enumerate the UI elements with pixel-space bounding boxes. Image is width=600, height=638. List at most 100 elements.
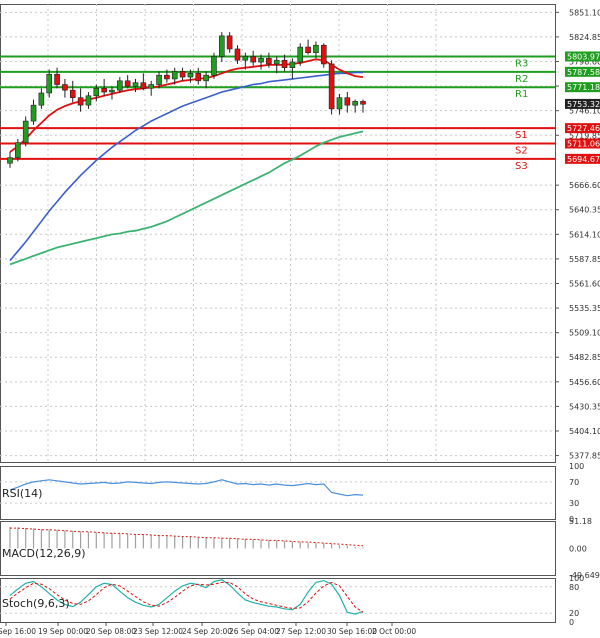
candle-body [15,142,21,158]
stoch-label: Stoch(9,6,3) [2,597,70,610]
price-panel: 5851.105824.855798.605772.355746.105719.… [0,4,600,463]
candle-body [226,35,233,50]
time-tick-label: 30 Sep 16:00 [327,627,377,636]
stochastic-panel: 10080 200 Stoch(9,6,3) [0,574,584,627]
level-label-s1: S1 [515,130,528,141]
candle-body [22,120,29,143]
price-tick-label: 5824.85 [569,33,600,42]
candle-body [156,74,162,85]
price-tag-label: 5771.18 [567,83,600,92]
price-tick-label: 5851.10 [569,8,600,17]
rsi-tick-label: 100 [569,462,584,471]
level-label-s3: S3 [515,161,528,172]
candle-body [171,71,178,80]
candle-body [211,56,217,76]
rsi-label: RSI(14) [2,487,42,500]
candle-body [297,46,304,63]
level-label-s2: S2 [515,145,528,156]
rsi-frame [0,466,556,520]
candle-body [352,101,358,106]
candle-body [219,35,225,57]
candle-body [360,101,366,105]
rsi-panel: 10070300RSI(14) [0,462,584,524]
price-tick-label: 5509.10 [569,329,600,338]
price-tick-label: 5535.35 [569,304,600,313]
candle-body [93,87,100,97]
time-tick-label: 23 Sep 12:00 [133,627,183,636]
price-tick-label: 5561.60 [569,279,600,288]
candle-body [336,97,343,110]
level-label-r1: R1 [515,89,528,100]
stoch-tick-label: 0 [569,618,574,627]
candle-body [242,56,249,61]
macd-label: MACD(12,26,9) [2,547,86,560]
candle-body [203,74,209,82]
price-tick-label: 5482.85 [569,353,600,362]
candle-body [289,61,296,68]
candle-body [38,92,45,106]
candle-body [164,74,170,80]
price-tag-label: 5753.32 [567,100,600,109]
candle-body [328,63,335,110]
candle-body [258,58,264,63]
stoch-tick-label: 80 [569,583,579,592]
time-tick-label: 18 Sep 16:00 [0,627,36,636]
time-tick-label: 24 Sep 20:00 [182,627,232,636]
macd-panel: 51.180.00-49.649MACD(12,26,9) [0,517,600,580]
time-tick-label: 2 Oct 00:00 [372,627,416,636]
candle-body [313,44,319,54]
price-tick-label: 5430.35 [569,402,600,411]
candle-body [140,82,147,89]
candle-body [344,97,351,106]
time-tick-label: 19 Sep 00:00 [38,627,88,636]
candle-body [85,95,92,106]
stoch-tick-label: 20 [569,609,579,618]
price-tick-label: 5614.10 [569,230,600,239]
level-label-r3: R3 [515,58,528,69]
price-tag-label: 5711.06 [567,139,600,148]
candle-body [117,80,123,91]
candle-body [77,97,84,106]
price-tick-label: 5377.85 [569,452,600,461]
stoch-tick-label: 100 [569,574,584,583]
candle-body [266,58,272,65]
candle-body [250,56,256,63]
candle-body [305,46,311,54]
time-tick-label: 26 Sep 04:00 [229,627,279,636]
candle-body [148,84,154,89]
price-tick-label: 5666.60 [569,181,600,190]
candle-body [132,82,139,87]
candle-body [7,157,13,164]
candle-body [46,73,53,94]
candle-body [187,73,194,78]
price-tag-label: 5727.46 [567,124,600,133]
candle-body [101,87,107,93]
price-tick-label: 5456.60 [569,378,600,387]
candle-body [54,73,60,85]
candle-body [281,59,288,68]
price-tag-label: 5787.58 [567,68,600,77]
macd-tick-label: 0.00 [569,544,587,553]
candle-body [195,73,202,82]
price-tick-label: 5640.35 [569,206,600,215]
macd-tick-label: 51.18 [569,517,592,526]
rsi-tick-label: 30 [569,499,579,508]
price-tick-label: 5404.10 [569,427,600,436]
stoch-frame [0,578,556,623]
candle-body [69,89,76,98]
candle-body [124,80,131,87]
time-axis: 18 Sep 16:0019 Sep 00:0020 Sep 08:0023 S… [0,622,416,636]
time-tick-label: 20 Sep 08:00 [86,627,136,636]
price-tick-label: 5587.85 [569,255,600,264]
price-frame [0,4,556,463]
price-tag-label: 5803.97 [567,52,600,61]
rsi-tick-label: 70 [569,478,579,487]
candle-body [234,48,241,61]
time-tick-label: 27 Sep 12:00 [276,627,326,636]
candle-body [109,89,115,93]
candle-body [179,71,186,78]
trading-chart: 5851.105824.855798.605772.355746.105719.… [0,4,600,636]
candle-body [273,59,280,65]
candle-body [30,104,37,122]
price-tag-label: 5694.67 [567,155,600,164]
